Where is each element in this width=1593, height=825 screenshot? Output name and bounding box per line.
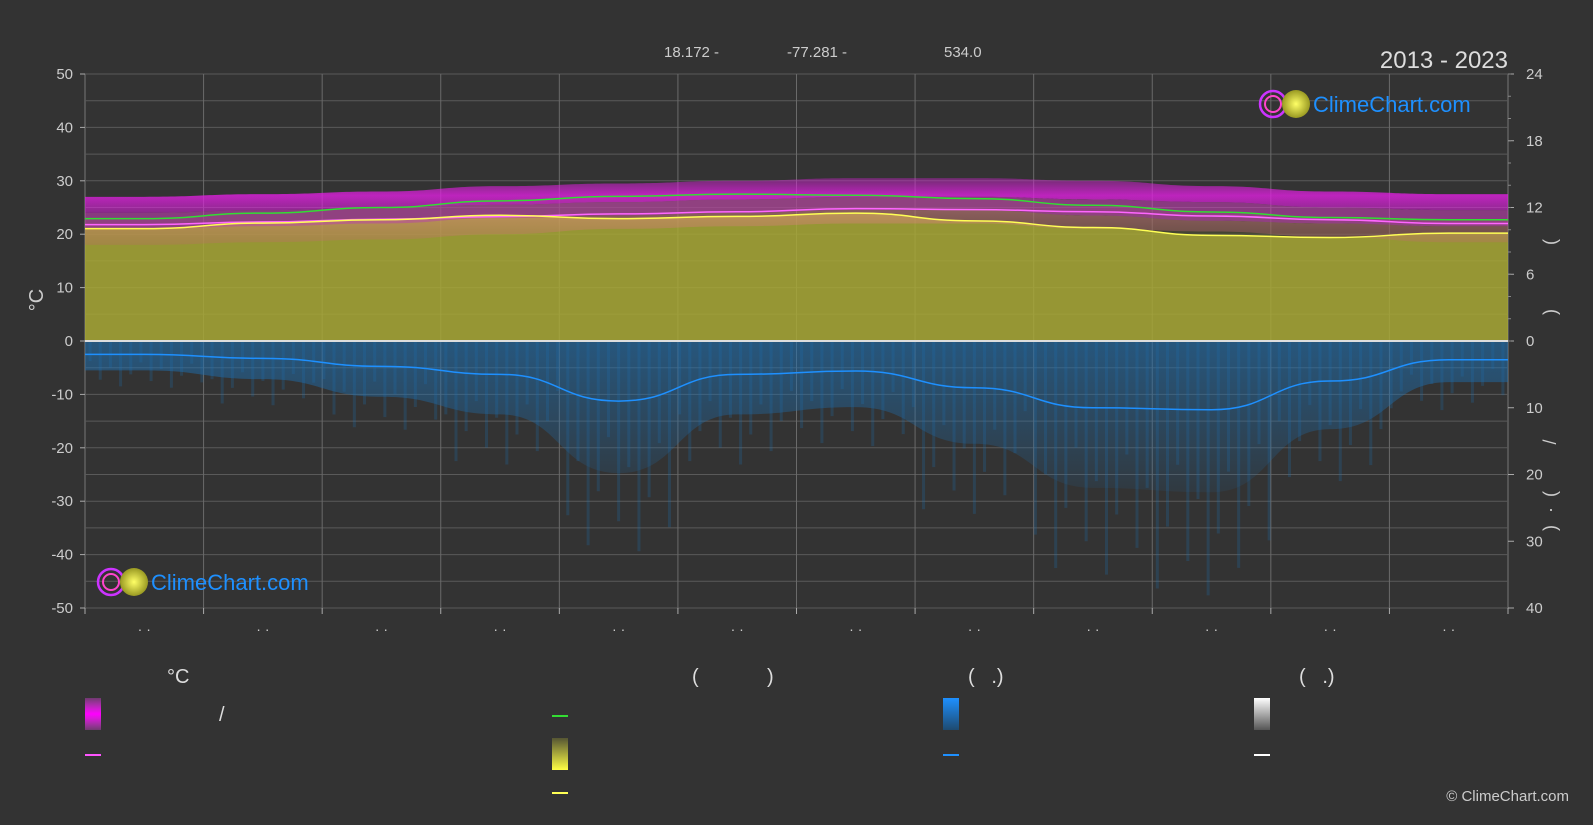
left-axis-tick-label: 20 — [56, 226, 73, 243]
right-axis-mark-2: ) — [1540, 309, 1560, 315]
right-axis-mark-1: ( — [1540, 239, 1560, 245]
right-axis-hours-label: 24 — [1526, 66, 1543, 83]
elevation-label: 534.0 — [944, 44, 982, 61]
longitude-label: -77.281 - — [787, 44, 847, 61]
right-axis-hours-label: 18 — [1526, 133, 1543, 150]
x-axis-month-label: · · — [493, 621, 506, 637]
logo-ring-icon — [1264, 95, 1282, 113]
right-axis-precip-label: 30 — [1526, 533, 1543, 550]
logo-sun-icon — [120, 568, 148, 596]
legend-header-temperature: °C — [167, 666, 190, 688]
right-axis-hours-label: 12 — [1526, 200, 1543, 217]
right-axis-precip-label: 10 — [1526, 400, 1543, 417]
logo-top: ClimeChart.com — [1258, 89, 1471, 119]
x-axis-month-label: · · — [1205, 621, 1218, 637]
x-axis-month-label: · · — [1442, 621, 1455, 637]
logo-top-text: ClimeChart.com — [1313, 92, 1471, 117]
legend-header-snow: ( .) — [1299, 666, 1335, 688]
left-axis-tick-label: -50 — [51, 600, 73, 617]
logo-ring-icon — [102, 573, 120, 591]
legend-swatch-max-min-temp — [85, 698, 101, 730]
x-axis-month-label: · · — [612, 621, 625, 637]
years-label: 2013 - 2023 — [1380, 47, 1508, 74]
left-axis-tick-label: -20 — [51, 440, 73, 457]
x-axis-month-label: · · — [849, 621, 862, 637]
legend-swatch-precipitation — [943, 698, 959, 730]
legend-header-sun-open: ( — [692, 666, 699, 688]
left-axis-tick-label: 30 — [56, 173, 73, 190]
left-axis-tick-label: 50 — [56, 66, 73, 83]
legend-slash: / — [219, 704, 225, 726]
left-axis-tick-label: 40 — [56, 119, 73, 136]
right-axis-mark-6: ) — [1540, 525, 1560, 531]
legend-swatch-snow — [1254, 698, 1270, 730]
right-axis-mark-3: / — [1540, 439, 1560, 444]
x-axis-month-label: · · — [968, 621, 981, 637]
left-axis-tick-label: -30 — [51, 493, 73, 510]
x-axis-month-label: · · — [1324, 621, 1337, 637]
left-axis-tick-label: 0 — [65, 333, 73, 350]
x-axis-month-label: · · — [1086, 621, 1099, 637]
logo-sun-icon — [1282, 90, 1310, 118]
right-axis-hours-label: 0 — [1526, 333, 1534, 350]
left-axis-tick-label: 10 — [56, 280, 73, 297]
right-axis-hours-label: 6 — [1526, 266, 1534, 283]
logo-bottom: ClimeChart.com — [96, 567, 309, 597]
right-axis-precip-label: 20 — [1526, 467, 1543, 484]
latitude-label: 18.172 - — [664, 44, 719, 61]
right-axis-mark-5: · — [1540, 507, 1560, 513]
left-axis-tick-label: -40 — [51, 547, 73, 564]
right-axis-precip-label: 40 — [1526, 600, 1543, 617]
legend-swatch-sunshine — [552, 738, 568, 770]
left-axis-unit: °C — [26, 289, 48, 311]
x-axis-month-label: · · — [375, 621, 388, 637]
right-axis-mark-4: ( — [1540, 491, 1560, 497]
legend-header-rain: ( .) — [968, 666, 1004, 688]
logo-bottom-text: ClimeChart.com — [151, 570, 309, 595]
x-axis-month-label: · · — [256, 621, 269, 637]
copyright: © ClimeChart.com — [1446, 788, 1569, 805]
climate-chart: 50 40 30 20 10 0 -10 -20 -30 -40 -50 24 18 12 6 0 10 20 30… — [26, 44, 1560, 794]
left-axis-tick-label: -10 — [51, 386, 73, 403]
x-axis-month-label: · · — [138, 621, 151, 637]
legend-header-sun-close: ) — [767, 666, 774, 688]
x-axis-month-label: · · — [731, 621, 744, 637]
